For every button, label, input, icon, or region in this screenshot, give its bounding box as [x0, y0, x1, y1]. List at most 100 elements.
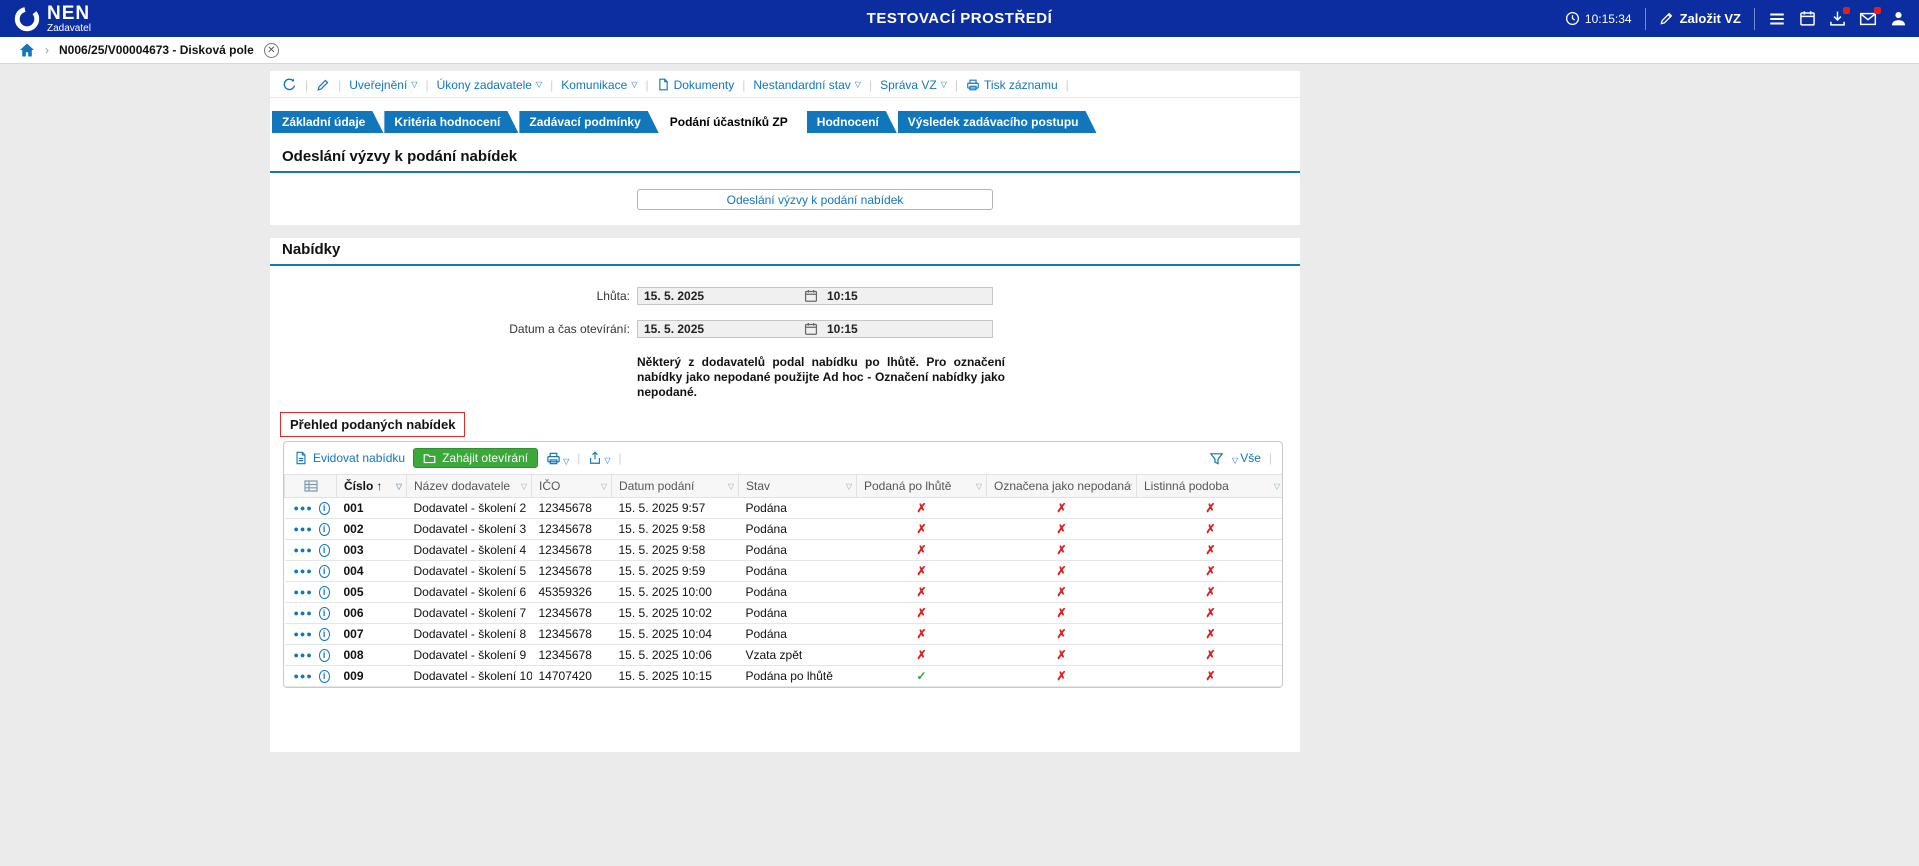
export-grid-button[interactable]: ▽: [588, 451, 610, 465]
row-info-icon[interactable]: i: [319, 502, 330, 515]
table-row[interactable]: ●●● i 002 Dodavatel - školení 3 12345678…: [285, 519, 1284, 540]
send-invite-button[interactable]: Odeslání výzvy k podání nabídek: [637, 189, 993, 210]
row-actions-icon[interactable]: ●●●: [294, 587, 313, 597]
filter-caret-icon[interactable]: ▽: [1126, 482, 1132, 491]
calendar-picker-icon[interactable]: [804, 322, 818, 336]
row-actions-icon[interactable]: ●●●: [294, 545, 313, 555]
table-row[interactable]: ●●● i 004 Dodavatel - školení 5 12345678…: [285, 561, 1284, 582]
tab-zakladni-udaje[interactable]: Základní údaje: [272, 111, 383, 133]
row-info-icon[interactable]: i: [319, 649, 330, 662]
filter-caret-icon[interactable]: ▽: [976, 482, 982, 491]
filter-caret-icon[interactable]: ▽: [396, 482, 402, 491]
column-header-listinna-podoba[interactable]: Listinná podoba▽: [1137, 475, 1284, 498]
cell-stav: Podána: [739, 603, 857, 624]
column-header-ico[interactable]: IČO▽: [532, 475, 612, 498]
calendar-icon[interactable]: [1799, 10, 1816, 27]
row-info-icon[interactable]: i: [319, 523, 330, 536]
row-info-icon[interactable]: i: [319, 628, 330, 641]
tab-kriteria-hodnoceni[interactable]: Kritéria hodnocení: [384, 111, 518, 133]
column-header-cislo[interactable]: Číslo↑▽: [337, 475, 407, 498]
printer-icon: [546, 451, 561, 466]
column-header-oznacena-jako-nepodana[interactable]: Označena jako nepodaná▽: [987, 475, 1137, 498]
row-info-icon[interactable]: i: [319, 565, 330, 578]
opening-date-value[interactable]: 15. 5. 2025: [638, 322, 804, 336]
table-row[interactable]: ●●● i 008 Dodavatel - školení 9 12345678…: [285, 645, 1284, 666]
row-actions-icon[interactable]: ●●●: [294, 629, 313, 639]
menu-ukony-zadavatele[interactable]: Úkony zadavatele▽: [437, 78, 543, 92]
filter-caret-icon[interactable]: ▽: [521, 482, 527, 491]
column-header-nazev-dodavatele[interactable]: Název dodavatele▽: [407, 475, 532, 498]
tab-podani-ucastniku-zp[interactable]: Podání účastníků ZP: [660, 111, 806, 133]
table-row[interactable]: ●●● i 007 Dodavatel - školení 8 12345678…: [285, 624, 1284, 645]
filter-all-dropdown[interactable]: ▽ Vše: [1232, 451, 1261, 465]
tab-hodnoceni[interactable]: Hodnocení: [807, 111, 897, 133]
row-actions-icon[interactable]: ●●●: [294, 671, 313, 681]
filter-caret-icon[interactable]: ▽: [846, 482, 852, 491]
row-actions-icon[interactable]: ●●●: [294, 608, 313, 618]
cell-oznacena-nepodana-mark: ✗: [987, 624, 1137, 645]
chevron-down-icon: ▽: [1232, 457, 1238, 465]
deadline-label: Lhůta:: [270, 289, 630, 303]
edit-record-icon[interactable]: [316, 78, 330, 92]
filter-caret-icon[interactable]: ▽: [728, 482, 734, 491]
menu-tisk-zaznamu[interactable]: Tisk záznamu: [966, 78, 1058, 92]
row-info-icon[interactable]: i: [319, 607, 330, 620]
deadline-input[interactable]: 15. 5. 2025 10:15: [637, 287, 993, 305]
register-offer-button[interactable]: Evidovat nabídku: [294, 451, 405, 465]
close-tab-icon[interactable]: ✕: [264, 43, 279, 58]
tab-vysledek-zadavaciho-postupu[interactable]: Výsledek zadávacího postupu: [898, 111, 1097, 133]
breadcrumb-item[interactable]: N006/25/V00004673 - Disková pole: [59, 43, 254, 57]
table-row[interactable]: ●●● i 009 Dodavatel - školení 10 1470742…: [285, 666, 1284, 687]
menu-uverejneni[interactable]: Uveřejnění▽: [349, 78, 417, 92]
cell-number: 008: [337, 645, 407, 666]
cell-podana-po-lhute-mark: ✗: [857, 540, 987, 561]
table-row[interactable]: ●●● i 005 Dodavatel - školení 6 45359326…: [285, 582, 1284, 603]
row-actions-icon[interactable]: ●●●: [294, 524, 313, 534]
column-header-datum-podani[interactable]: Datum podání▽: [612, 475, 739, 498]
menu-sprava-vz[interactable]: Správa VZ▽: [880, 78, 947, 92]
row-info-icon[interactable]: i: [319, 670, 330, 683]
row-info-icon[interactable]: i: [319, 544, 330, 557]
filter-caret-icon[interactable]: ▽: [1274, 482, 1280, 491]
refresh-icon[interactable]: [282, 77, 297, 92]
print-grid-button[interactable]: ▽: [546, 451, 569, 466]
create-vz-button[interactable]: Založit VZ: [1659, 11, 1741, 26]
table-row[interactable]: ●●● i 001 Dodavatel - školení 2 12345678…: [285, 498, 1284, 519]
column-settings-icon[interactable]: [285, 475, 337, 498]
downloads-icon[interactable]: [1829, 10, 1846, 27]
opening-time-value[interactable]: 10:15: [818, 322, 858, 336]
deadline-time-value[interactable]: 10:15: [818, 289, 858, 303]
cell-oznacena-nepodana-mark: ✗: [987, 498, 1137, 519]
cell-listinna-podoba-mark: ✗: [1137, 582, 1284, 603]
tab-zadavaci-podminky[interactable]: Zadávací podmínky: [519, 111, 658, 133]
filter-caret-icon[interactable]: ▽: [601, 482, 607, 491]
row-info-icon[interactable]: i: [319, 586, 330, 599]
nen-brand[interactable]: NEN Zadavatel: [14, 4, 91, 34]
cell-supplier: Dodavatel - školení 3: [407, 519, 532, 540]
menu-dokumenty[interactable]: Dokumenty: [657, 78, 735, 92]
user-icon[interactable]: [1890, 10, 1907, 27]
column-header-stav[interactable]: Stav▽: [739, 475, 857, 498]
filter-icon[interactable]: [1209, 451, 1224, 466]
menu-komunikace[interactable]: Komunikace▽: [561, 78, 637, 92]
row-actions-icon[interactable]: ●●●: [294, 566, 313, 576]
row-actions-icon[interactable]: ●●●: [294, 650, 313, 660]
folder-open-icon: [423, 452, 436, 465]
cell-listinna-podoba-mark: ✗: [1137, 519, 1284, 540]
cell-oznacena-nepodana-mark: ✗: [987, 561, 1137, 582]
menu-nestandardni-stav[interactable]: Nestandardní stav▽: [753, 78, 861, 92]
calendar-picker-icon[interactable]: [804, 289, 818, 303]
cell-listinna-podoba-mark: ✗: [1137, 603, 1284, 624]
cell-ico: 45359326: [532, 582, 612, 603]
mail-icon[interactable]: [1859, 10, 1877, 28]
column-header-podana-po-lhute[interactable]: Podaná po lhůtě▽: [857, 475, 987, 498]
row-actions-icon[interactable]: ●●●: [294, 503, 313, 513]
cell-podana-po-lhute-mark: ✗: [857, 519, 987, 540]
deadline-date-value[interactable]: 15. 5. 2025: [638, 289, 804, 303]
table-row[interactable]: ●●● i 003 Dodavatel - školení 4 12345678…: [285, 540, 1284, 561]
start-opening-button[interactable]: Zahájit otevírání: [413, 448, 538, 468]
home-icon[interactable]: [19, 42, 35, 58]
menu-hamburger-icon[interactable]: [1768, 10, 1786, 28]
opening-input[interactable]: 15. 5. 2025 10:15: [637, 320, 993, 338]
table-row[interactable]: ●●● i 006 Dodavatel - školení 7 12345678…: [285, 603, 1284, 624]
